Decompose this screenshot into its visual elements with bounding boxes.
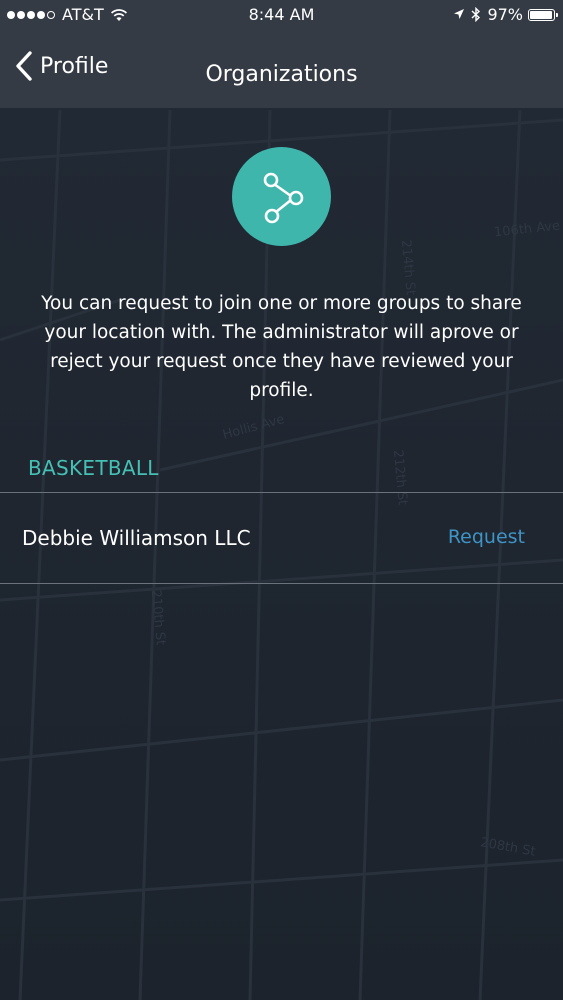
back-button-label: Profile <box>40 53 109 79</box>
organization-name: Debbie Williamson LLC <box>22 526 251 550</box>
bluetooth-icon <box>471 7 481 22</box>
intro-text: You can request to join one or more grou… <box>41 293 522 401</box>
share-network-icon <box>232 147 331 246</box>
status-bar: AT&T 8:44 AM 97% <box>0 0 563 30</box>
divider <box>0 583 563 584</box>
request-button[interactable]: Request <box>448 526 525 548</box>
back-button[interactable]: Profile <box>14 50 108 82</box>
section-header: BASKETBALL <box>28 456 159 480</box>
chevron-left-icon <box>16 51 32 81</box>
organization-row: Debbie Williamson LLC Request <box>0 493 563 583</box>
battery-icon <box>528 8 558 21</box>
status-right: 97% <box>453 5 558 24</box>
battery-percent: 97% <box>487 5 523 24</box>
location-arrow-icon <box>454 9 465 19</box>
navigation-bar: Profile Organizations <box>0 30 563 108</box>
